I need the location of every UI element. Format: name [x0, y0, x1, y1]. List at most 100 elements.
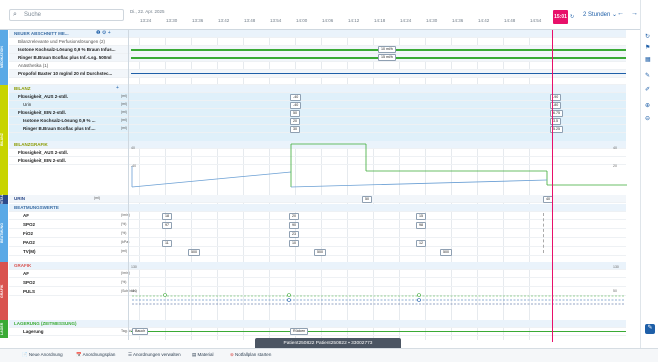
time-tick: 13:30	[166, 18, 178, 23]
list-item[interactable]: Bilanzrelevante und Perfusionslösungen (…	[9, 38, 626, 46]
list-item[interactable]: FiO2 (%)	[9, 230, 626, 238]
value-badge[interactable]: 500	[440, 249, 452, 256]
value-badge[interactable]: 11	[162, 240, 172, 247]
order-plan-button[interactable]: 📅 Anordnungsplan	[76, 352, 115, 358]
tab-beatmung[interactable]: BEATMUNG	[0, 204, 8, 262]
row-label: NEUER ABSCHNITT ME...	[14, 31, 69, 36]
list-item[interactable]: Flüssigkeit_AUS 2-stdl. (ml)	[9, 93, 626, 101]
value-badge[interactable]: 97	[162, 222, 172, 229]
edit-icon[interactable]: ✎	[645, 72, 650, 79]
section-row[interactable]: LAGERUNG (ZEITMESSUNG)	[9, 320, 626, 328]
search-input[interactable]: ⌕ Suche	[9, 9, 124, 21]
value-badge[interactable]: Rücken	[290, 328, 309, 335]
value-badge[interactable]: 500	[188, 249, 200, 256]
manage-orders-button[interactable]: ☰ Anordnungen verwalten	[128, 352, 181, 358]
section-row[interactable]: BILANZ +	[9, 85, 626, 93]
time-tick: 14:30	[426, 18, 438, 23]
time-tick: 14:42	[478, 18, 490, 23]
list-item[interactable]: PAO2 (kPa)	[9, 239, 626, 247]
axis-label: 50	[613, 289, 617, 293]
marker-column	[543, 213, 548, 253]
current-time-badge[interactable]: 15:01	[553, 10, 568, 24]
notes-icon[interactable]: ✐	[645, 86, 650, 93]
time-axis: 13:24 13:30 13:36 13:42 13:48 13:54 14:00 14:06…	[130, 17, 624, 27]
section-row[interactable]: URIN (ml)	[9, 195, 626, 203]
tab-lager[interactable]: LAGER	[0, 320, 8, 338]
value-badge[interactable]: 90	[289, 222, 299, 229]
time-tick: 14:24	[400, 18, 412, 23]
list-item[interactable]: Ringer B.Braun Ecoflac plus Inf.... (ml)	[9, 125, 626, 133]
value-badge[interactable]: 20	[290, 118, 300, 125]
new-order-button[interactable]: 📄 Neue Anordnung	[22, 352, 63, 358]
chart-point[interactable]	[287, 293, 291, 297]
list-item[interactable]: Urin (ml)	[9, 101, 626, 109]
now-icon[interactable]: ↻	[570, 14, 574, 20]
value-badge[interactable]: 30	[290, 126, 300, 133]
chart-series-aus	[131, 171, 292, 188]
value-badge[interactable]: 50	[290, 110, 300, 117]
zoom-in-icon[interactable]: ⊕	[645, 102, 650, 109]
date-label: Di., 22. Apr. 2025	[130, 9, 165, 14]
list-item[interactable]: Propofol Baxter 10 mg/ml 20 ml Durchstec…	[9, 70, 626, 78]
time-tick: 13:24	[140, 18, 152, 23]
forward-arrow-icon[interactable]: →	[631, 10, 638, 17]
zoom-select[interactable]: 2 Stunden ⌄	[583, 11, 617, 18]
list-item[interactable]: SPO2 (%)	[9, 221, 626, 229]
value-badge[interactable]: Bauch	[132, 328, 149, 335]
section-row[interactable]: NEUER ABSCHNITT ME... ❷ ⚙ +	[9, 30, 626, 38]
tab-vital[interactable]: VITAL	[0, 194, 8, 204]
time-tick: 14:18	[374, 18, 386, 23]
infusion-rate[interactable]: 15 ml/h	[378, 54, 396, 61]
axis-label: 40	[613, 146, 617, 150]
back-arrow-icon[interactable]: ←	[617, 10, 624, 17]
chart-point[interactable]	[417, 298, 421, 302]
time-tick: 14:00	[296, 18, 308, 23]
infusion-rate[interactable]: 10 ml/h	[378, 46, 396, 53]
chart-point[interactable]	[163, 293, 167, 297]
value-badge[interactable]: -40	[290, 102, 302, 109]
tab-medication[interactable]: MEDIKATION	[0, 30, 8, 85]
current-time-line	[552, 30, 553, 342]
list-item[interactable]: AF (/min)	[9, 212, 626, 220]
list-item[interactable]: Flüssigkeit_EIN 2-stdl. (ml)	[9, 109, 626, 117]
list-item[interactable]: Anästhetika (1)	[9, 62, 626, 70]
zoom-out-icon[interactable]: ⊖	[645, 115, 650, 122]
chart-point[interactable]	[417, 293, 421, 297]
list-item[interactable]: Lagerung Tag 4d	[9, 328, 626, 336]
chart-series-aus	[290, 179, 548, 188]
value-badge[interactable]: 10	[289, 240, 299, 247]
refresh-icon[interactable]: ↻	[645, 33, 650, 40]
axis-label: 130	[613, 265, 619, 269]
value-badge[interactable]: 23	[289, 231, 299, 238]
right-toolbar: ↻ ⚑ ▦ ✎ ✐ ⊕ ⊖ ✎	[640, 0, 658, 362]
value-badge[interactable]: 98	[416, 222, 426, 229]
calendar-icon[interactable]: ▦	[645, 56, 651, 63]
section-row[interactable]: BEATMUNGSWERTE	[9, 204, 626, 212]
value-badge[interactable]: 18	[162, 213, 172, 220]
search-icon: ⌕	[13, 11, 17, 18]
list-item[interactable]: Isotone Kochsalz-Lösung 0,9 % ... (ml)	[9, 117, 626, 125]
add-icon[interactable]: +	[116, 85, 119, 91]
info-icon[interactable]: ❷ ⚙ +	[96, 30, 111, 36]
tab-bilanz[interactable]: BILANZ	[0, 85, 8, 195]
emergency-button[interactable]: ⊗ Notfallplan starten	[230, 352, 271, 358]
tab-grafik[interactable]: GRAFIK	[0, 262, 8, 320]
value-badge[interactable]: -40	[290, 94, 302, 101]
pen-icon[interactable]: ✎	[645, 324, 655, 334]
axis-label: 20	[613, 164, 617, 168]
time-tick: 13:36	[192, 18, 204, 23]
time-tick: 14:06	[322, 18, 334, 23]
material-button[interactable]: ▤ Material	[192, 352, 214, 358]
value-badge[interactable]: 12	[416, 240, 426, 247]
flag-icon[interactable]: ⚑	[645, 44, 650, 51]
time-tick: 14:36	[452, 18, 464, 23]
value-badge[interactable]: 20	[289, 213, 299, 220]
value-badge[interactable]: 50	[362, 196, 372, 203]
chart-point[interactable]	[287, 298, 291, 302]
axis-label: 40	[131, 146, 135, 150]
value-badge[interactable]: 15	[416, 213, 426, 220]
axis-label: 110	[131, 289, 137, 293]
value-badge[interactable]: 500	[314, 249, 326, 256]
time-tick: 14:48	[504, 18, 516, 23]
spacer	[9, 78, 626, 85]
